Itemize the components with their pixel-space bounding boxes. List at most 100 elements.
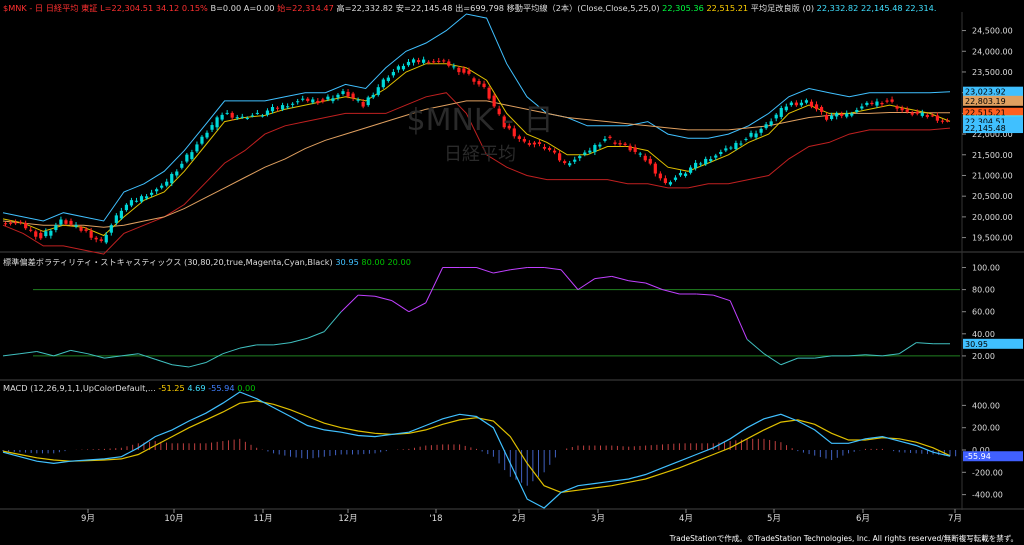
candle-body [830,115,834,119]
macd-axis-label: 200.00 [972,424,1000,433]
candle-body [427,61,431,63]
stoch-segment [408,302,426,313]
macd-axis-label: -400.00 [972,491,1003,500]
candle-body [205,132,209,138]
candle-body [240,116,244,118]
stoch-segment [340,294,359,313]
high-value: 高=22,332.82 [336,3,394,13]
stoch-v3: 20.00 [387,257,411,267]
price-axis-label: 24,500.00 [972,27,1013,36]
candle-body [69,220,73,225]
candle-body [663,178,667,184]
macd-label[interactable]: MACD (12,26,9,1,1,UpColorDefault,... [3,383,156,393]
candle-body [910,112,914,115]
heikin-indicator-label[interactable]: 平均足改良版 (0) [751,3,814,13]
candle-body [119,210,123,219]
candle-body [890,99,894,102]
stoch-segment [307,331,325,339]
stoch-segment [898,342,917,355]
candle-body [406,61,411,66]
candle-body [658,173,662,179]
candle-body [835,113,839,117]
chart-canvas[interactable]: 24,500.0024,000.0023,500.0023,000.0022,5… [0,0,1024,545]
price-axis-label: 19,500.00 [972,234,1013,243]
candle-body [54,225,58,231]
x-axis-label: 6月 [856,514,870,524]
candle-body [160,185,164,188]
candle-body [744,138,748,140]
candle-body [245,117,249,119]
stoch-segment [188,362,207,368]
hl2-value: 22,145.48 [860,3,903,13]
candle-body [44,231,48,237]
candle-body [477,80,481,85]
macd-v1: -51.25 [158,383,185,393]
stoch-badge: 30.95 [965,340,988,349]
stoch-v2: 80.00 [361,257,385,267]
candle-body [724,148,728,151]
candle-body [89,230,93,238]
stoch-segment [2,353,20,357]
x-axis-label: 9月 [81,514,95,524]
stoch-axis-label: 20.00 [972,352,995,361]
candle-body [165,181,169,186]
macd-v3: -55.94 [208,383,235,393]
stoch-segment [425,267,444,304]
hl1-value: 22,332.82 [816,3,859,13]
stoch-segment [205,353,224,363]
macd-header: MACD (12,26,9,1,1,UpColorDefault,... -51… [3,383,255,393]
candle-body [74,224,78,227]
stoch-segment [594,275,612,280]
candle-body [265,110,270,115]
candle-body [734,142,738,150]
candle-body [547,147,552,150]
candle-body [301,98,305,100]
candle-body [356,99,360,101]
candle-body [638,153,642,155]
stoch-segment [273,342,291,346]
candle-body [804,100,809,103]
candle-body [754,133,758,138]
candle-body [59,219,63,225]
x-axis-label: 4月 [679,514,693,524]
candle-body [870,102,874,105]
watermark-name: 日経平均 [444,144,516,165]
candle-body [623,143,627,146]
candle-body [673,177,678,180]
candle-body [3,223,8,225]
candle-body [628,145,632,151]
candle-body [875,101,879,106]
candle-body [653,163,657,174]
price-badge: 22,803.19 [965,97,1006,106]
stoch-segment [763,353,782,366]
candle-body [64,220,68,224]
ma-indicator-label[interactable]: 移動平均線（2本）(Close,Close,5,25,0) [507,3,660,13]
stoch-v1: 30.95 [335,257,359,267]
candle-body [270,106,275,112]
candle-body [759,128,763,133]
candle-body [739,143,743,145]
candle-body [39,232,43,239]
candle-body [487,87,491,99]
price-axis-label: 21,000.00 [972,171,1013,180]
candle-body [376,87,380,95]
symbol-label[interactable]: $MNK - 日 日経平均 東証 [3,3,97,13]
candle-body [210,125,214,130]
candle-body [437,60,441,62]
candle-body [593,145,597,153]
change-pct: 0.15% [181,3,208,13]
candle-body [668,182,673,185]
candle-body [220,114,224,120]
stoch-label[interactable]: 標準偏差ボラティリティ・ストキャスティックス (30,80,20,true,Ma… [3,257,333,267]
candle-body [109,225,113,233]
candle-body [588,150,592,153]
price-header: $MNK - 日 日経平均 東証 L=22,304.51 34.12 0.15%… [3,2,936,14]
candle-body [94,237,98,240]
candle-body [331,98,335,102]
candle-body [170,173,174,184]
candle-body [104,234,108,243]
stoch-segment [155,358,173,366]
candle-body [275,107,280,109]
candle-body [134,200,139,202]
stoch-segment [696,293,714,296]
